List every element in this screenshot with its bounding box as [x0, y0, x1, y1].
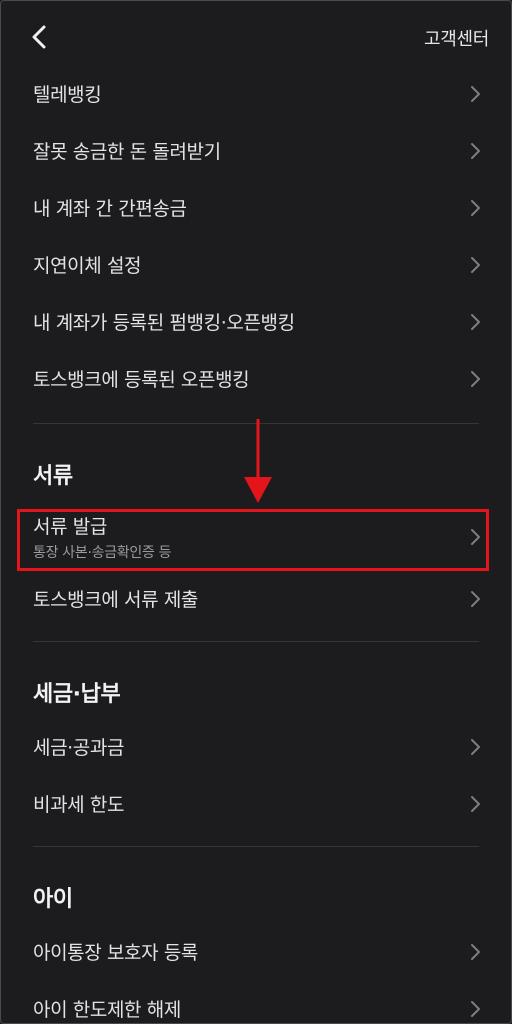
chevron-right-icon [469, 528, 481, 546]
chevron-right-icon [469, 1000, 481, 1018]
menu-item-description: 통장 사본·송금확인증 등 [33, 545, 172, 561]
menu-item-label: 잘못 송금한 돈 돌려받기 [33, 141, 221, 163]
chevron-right-icon [469, 85, 481, 103]
menu-item-label: 토스뱅크에 등록된 오픈뱅킹 [33, 369, 250, 391]
section-title-tax: 세금·납부 [33, 682, 121, 707]
chevron-right-icon [469, 313, 481, 331]
menu-item-label: 토스뱅크에 서류 제출 [33, 589, 198, 611]
chevron-right-icon [469, 256, 481, 274]
menu-item-tax-utility[interactable]: 세금·공과금 [1, 718, 511, 775]
menu-item-label: 비과세 한도 [33, 794, 125, 816]
menu-item-kids-guardian[interactable]: 아이통장 보호자 등록 [1, 923, 511, 980]
section-divider [33, 846, 479, 847]
help-center-link[interactable]: 고객센터 [424, 25, 489, 51]
menu-item-firm-open-banking[interactable]: 내 계좌가 등록된 펌뱅킹·오픈뱅킹 [1, 293, 511, 350]
menu-item-label: 아이 한도제한 해제 [33, 999, 181, 1021]
chevron-right-icon [469, 943, 481, 961]
chevron-left-icon [32, 25, 46, 49]
menu-item-label: 지연이체 설정 [33, 255, 142, 277]
menu-item-kids-limit-release[interactable]: 아이 한도제한 해제 [1, 980, 511, 1023]
chevron-right-icon [469, 590, 481, 608]
chevron-right-icon [469, 738, 481, 756]
menu-item-delayed-transfer[interactable]: 지연이체 설정 [1, 236, 511, 293]
menu-item-label: 내 계좌가 등록된 펌뱅킹·오픈뱅킹 [33, 312, 295, 334]
menu-item-refund-wrong-transfer[interactable]: 잘못 송금한 돈 돌려받기 [1, 122, 511, 179]
section-title-documents: 서류 [33, 464, 73, 489]
section-divider [33, 641, 479, 642]
menu-item-tax-free-limit[interactable]: 비과세 한도 [1, 775, 511, 832]
menu-item-own-account-transfer[interactable]: 내 계좌 간 간편송금 [1, 179, 511, 236]
menu-item-issue-documents[interactable]: 서류 발급 통장 사본·송금확인증 등 [1, 504, 511, 570]
top-bar: 고객센터 [1, 1, 511, 73]
menu-item-label: 아이통장 보호자 등록 [33, 942, 198, 964]
menu-item-label: 서류 발급 [33, 516, 107, 538]
menu-item-label: 세금·공과금 [33, 737, 125, 759]
chevron-right-icon [469, 142, 481, 160]
chevron-right-icon [469, 370, 481, 388]
menu-item-tossbank-open-banking[interactable]: 토스뱅크에 등록된 오픈뱅킹 [1, 350, 511, 407]
menu-item-label: 내 계좌 간 간편송금 [33, 198, 187, 220]
menu-list: 텔레뱅킹 잘못 송금한 돈 돌려받기 내 계좌 간 간편송금 지연이체 설정 내… [1, 65, 511, 1023]
chevron-right-icon [469, 199, 481, 217]
section-title-kids: 아이 [33, 887, 73, 912]
menu-item-telebanking[interactable]: 텔레뱅킹 [1, 65, 511, 122]
menu-item-submit-documents[interactable]: 토스뱅크에 서류 제출 [1, 570, 511, 627]
screen: 고객센터 텔레뱅킹 잘못 송금한 돈 돌려받기 내 계좌 간 간편송금 지연이체… [0, 0, 512, 1024]
chevron-right-icon [469, 795, 481, 813]
section-divider [33, 423, 479, 424]
menu-item-label: 텔레뱅킹 [33, 84, 102, 106]
back-button[interactable] [23, 21, 55, 53]
